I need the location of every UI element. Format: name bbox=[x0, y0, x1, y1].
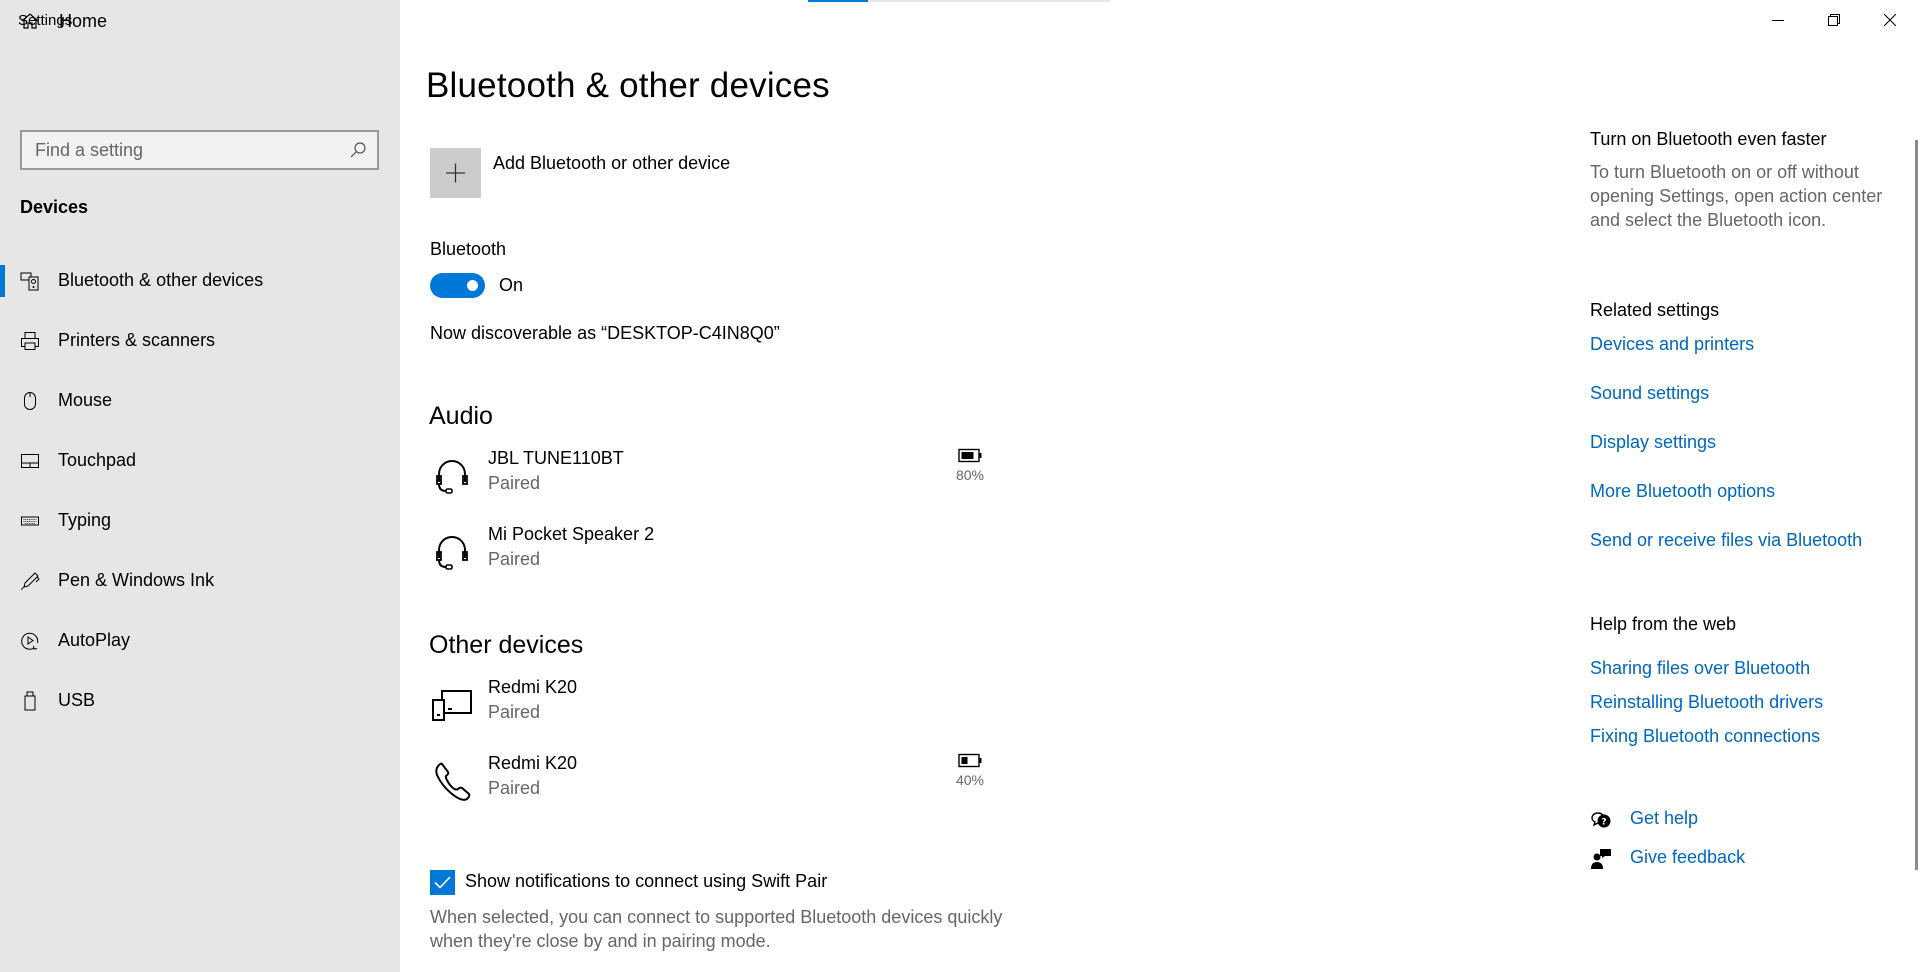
battery-fill bbox=[961, 452, 974, 459]
give-feedback-icon bbox=[1591, 849, 1611, 869]
pen-icon bbox=[21, 572, 40, 591]
sidebar-item-label: Mouse bbox=[58, 390, 113, 410]
sidebar-item-typing[interactable]: Typing bbox=[0, 497, 400, 545]
audio-section-heading: Audio bbox=[429, 402, 493, 430]
bluetooth-devices-icon bbox=[20, 272, 39, 291]
add-device-label: Add Bluetooth or other device bbox=[493, 153, 731, 173]
usb-icon bbox=[24, 691, 36, 711]
swift-pair-checkbox[interactable] bbox=[430, 870, 455, 895]
sidebar-item-autoplay[interactable]: AutoPlay bbox=[0, 617, 400, 665]
home-label: Home bbox=[59, 10, 108, 31]
battery-icon bbox=[958, 448, 982, 463]
page-load-progress bbox=[808, 0, 1110, 2]
sidebar-item-label: Bluetooth & other devices bbox=[58, 270, 264, 290]
get-help-icon: ? bbox=[1591, 812, 1611, 828]
add-device-button[interactable]: Add Bluetooth or other device bbox=[430, 148, 830, 200]
minimize-icon bbox=[1772, 20, 1784, 21]
search-box[interactable] bbox=[20, 130, 379, 170]
bluetooth-label: Bluetooth bbox=[430, 239, 507, 259]
search-input[interactable] bbox=[22, 132, 377, 168]
autoplay-icon bbox=[21, 632, 39, 650]
device-name: Redmi K20 bbox=[488, 677, 578, 697]
device-item[interactable]: Redmi K20 Paired 40% bbox=[430, 753, 990, 813]
mouse-icon bbox=[24, 392, 36, 410]
sidebar-item-label: AutoPlay bbox=[58, 630, 131, 650]
svg-text:?: ? bbox=[1601, 818, 1606, 828]
device-name: Mi Pocket Speaker 2 bbox=[488, 524, 655, 544]
page-load-progress-fill bbox=[808, 0, 869, 2]
sidebar-item-usb[interactable]: USB bbox=[0, 677, 400, 725]
device-name: JBL TUNE110BT bbox=[488, 448, 624, 468]
close-icon bbox=[1884, 14, 1896, 26]
device-status: Paired bbox=[488, 778, 541, 798]
scrollbar[interactable] bbox=[1915, 140, 1918, 870]
home-icon bbox=[21, 13, 39, 29]
checkmark-icon bbox=[434, 876, 451, 889]
link-more-bluetooth-options[interactable]: More Bluetooth options bbox=[1590, 481, 1775, 502]
sidebar-item-label: Touchpad bbox=[58, 450, 137, 470]
get-help-label: Get help bbox=[1630, 808, 1699, 828]
related-settings-heading: Related settings bbox=[1590, 300, 1720, 320]
page-title: Bluetooth & other devices bbox=[426, 66, 830, 105]
link-send-receive-files[interactable]: Send or receive files via Bluetooth bbox=[1590, 530, 1862, 551]
plus-icon bbox=[446, 163, 465, 183]
device-item[interactable]: Mi Pocket Speaker 2 Paired bbox=[430, 524, 990, 584]
headset-icon bbox=[436, 460, 468, 494]
headset-icon bbox=[436, 536, 468, 570]
printer-icon bbox=[21, 332, 39, 350]
help-from-web-heading: Help from the web bbox=[1590, 614, 1737, 634]
other-devices-section-heading: Other devices bbox=[429, 631, 584, 659]
touchpad-icon bbox=[21, 454, 39, 468]
link-reinstalling-drivers[interactable]: Reinstalling Bluetooth drivers bbox=[1590, 692, 1823, 713]
sidebar-item-label: USB bbox=[58, 690, 96, 710]
link-sharing-files[interactable]: Sharing files over Bluetooth bbox=[1590, 658, 1810, 679]
link-display-settings[interactable]: Display settings bbox=[1590, 432, 1716, 453]
device-status: Paired bbox=[488, 473, 541, 493]
restore-icon bbox=[1828, 14, 1840, 26]
bluetooth-state-label: On bbox=[499, 275, 524, 295]
link-sound-settings[interactable]: Sound settings bbox=[1590, 383, 1709, 404]
bluetooth-toggle[interactable] bbox=[430, 273, 485, 298]
swift-pair-label[interactable]: Show notifications to connect using Swif… bbox=[465, 871, 827, 892]
sidebar-section-heading: Devices bbox=[20, 197, 89, 217]
swift-pair-description: When selected, you can connect to suppor… bbox=[430, 907, 1003, 951]
search-icon[interactable] bbox=[349, 141, 367, 159]
sidebar: Settings Home Devices Bluetooth & other … bbox=[0, 0, 400, 972]
sidebar-item-label: Printers & scanners bbox=[58, 330, 216, 350]
sidebar-item-label: Pen & Windows Ink bbox=[58, 570, 215, 590]
close-button[interactable] bbox=[1862, 0, 1918, 40]
home-nav[interactable]: Home bbox=[0, 0, 400, 42]
sidebar-item-touchpad[interactable]: Touchpad bbox=[0, 437, 400, 485]
battery-icon bbox=[958, 753, 982, 768]
restore-button[interactable] bbox=[1806, 0, 1862, 40]
give-feedback-label: Give feedback bbox=[1630, 847, 1746, 867]
add-device-tile[interactable] bbox=[430, 148, 481, 198]
device-status: Paired bbox=[488, 549, 541, 569]
phone-icon bbox=[435, 762, 471, 801]
link-fixing-connections[interactable]: Fixing Bluetooth connections bbox=[1590, 726, 1820, 747]
discoverable-text: Now discoverable as “DESKTOP-C4IN8Q0” bbox=[430, 323, 780, 343]
sidebar-item-bluetooth[interactable]: Bluetooth & other devices bbox=[0, 257, 400, 305]
device-status: Paired bbox=[488, 702, 541, 722]
battery-fill bbox=[961, 757, 968, 764]
battery-indicator: 80% bbox=[950, 448, 990, 483]
tip-heading: Turn on Bluetooth even faster bbox=[1590, 129, 1827, 149]
device-item[interactable]: Redmi K20 Paired bbox=[430, 677, 990, 737]
devices-icon bbox=[432, 690, 472, 721]
battery-percent: 40% bbox=[955, 772, 985, 788]
tip-text: To turn Bluetooth on or off without open… bbox=[1590, 162, 1883, 230]
sidebar-item-label: Typing bbox=[58, 510, 112, 530]
sidebar-item-printers[interactable]: Printers & scanners bbox=[0, 317, 400, 365]
sidebar-item-pen[interactable]: Pen & Windows Ink bbox=[0, 557, 400, 605]
device-name: Redmi K20 bbox=[488, 753, 578, 773]
sidebar-item-mouse[interactable]: Mouse bbox=[0, 377, 400, 425]
battery-indicator: 40% bbox=[950, 753, 990, 788]
battery-percent: 80% bbox=[955, 467, 985, 483]
keyboard-icon bbox=[21, 516, 39, 526]
link-devices-and-printers[interactable]: Devices and printers bbox=[1590, 334, 1754, 355]
device-item[interactable]: JBL TUNE110BT Paired 80% bbox=[430, 448, 990, 508]
toggle-knob bbox=[467, 280, 478, 291]
minimize-button[interactable] bbox=[1750, 0, 1806, 40]
